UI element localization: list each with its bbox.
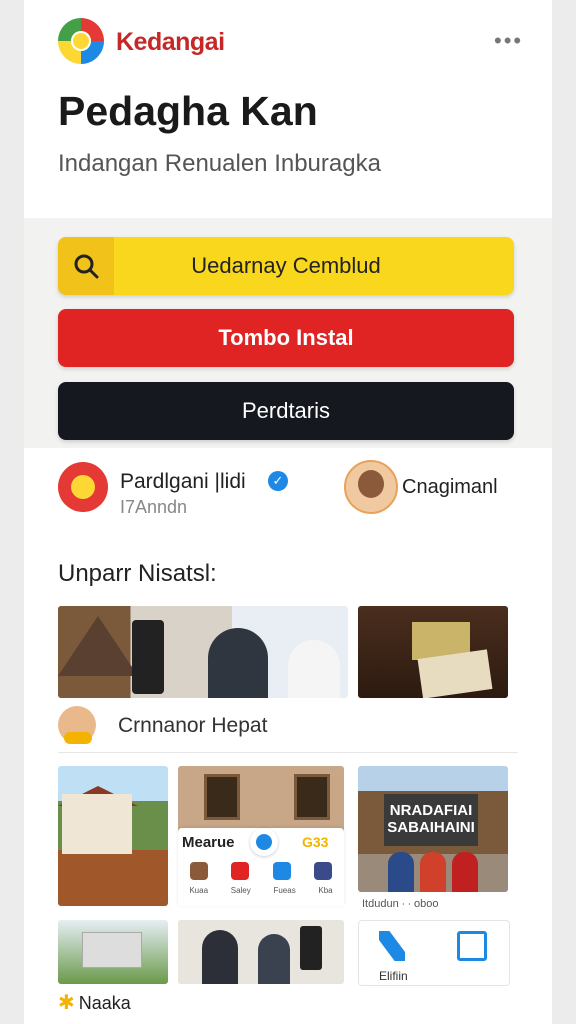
page-subtitle: Indangan Renualen Inburagka [58, 150, 381, 177]
post-caption[interactable]: Crnnanor Hepat [58, 706, 518, 746]
logo-icon [58, 18, 104, 64]
app-card-label: Elifiin [379, 969, 408, 983]
section-title: Unparr Nisatsl: [58, 560, 217, 587]
overlay-tag: G33 [302, 834, 329, 850]
caption-text: Crnnanor Hepat [118, 714, 268, 737]
overlay-labels: Kuaa Saley Fueas Kba [178, 886, 344, 895]
overlay-card[interactable]: Mearue G33 Kuaa Saley Fueas Kba [178, 828, 344, 906]
person-icon[interactable] [189, 862, 208, 880]
more-icon[interactable]: ••• [494, 28, 523, 54]
share-icon[interactable] [272, 862, 291, 880]
footer-item[interactable]: ✱ Naaka [58, 990, 131, 1015]
app-page: Kedangai ••• Pedagha Kan Indangan Renual… [24, 0, 552, 1024]
overlay-label: Fueas [273, 886, 296, 895]
location-icon [250, 828, 278, 856]
feed-photo[interactable] [58, 766, 168, 906]
install-button[interactable]: Tombo Instal [58, 309, 514, 367]
doc-icon[interactable] [314, 862, 333, 880]
install-button-label: Tombo Instal [218, 325, 354, 350]
feed-photo[interactable] [178, 920, 344, 984]
page-title: Pedagha Kan [58, 88, 318, 134]
overlay-icons [178, 862, 344, 880]
app-icon [379, 931, 405, 961]
avatar [58, 706, 96, 744]
secondary-button-label: Perdtaris [241, 398, 331, 423]
profile-name-secondary[interactable]: Cnagimanl [402, 476, 498, 499]
search-button[interactable]: Uedarnay Cemblud [58, 237, 514, 295]
verified-icon: ✓ [268, 471, 288, 491]
feed-photo[interactable] [358, 606, 508, 698]
brand-name: Kedangai [116, 28, 225, 56]
search-icon [58, 237, 114, 295]
overlay-title: Mearue [182, 834, 235, 851]
feed-photo[interactable] [58, 920, 168, 984]
footer-label: Naaka [78, 993, 131, 1013]
feed-photo[interactable]: NRADAFIAI SABAIHAINI [358, 766, 508, 892]
overlay-label: Saley [230, 886, 251, 895]
photo-caption: Itdudun ∙ ∙ oboo [362, 898, 439, 910]
divider [58, 752, 518, 753]
avatar[interactable] [58, 462, 108, 512]
avatar[interactable] [344, 460, 398, 514]
feed-photo[interactable] [58, 606, 348, 698]
profile-name[interactable]: Pardlgani |lidi [120, 470, 246, 494]
checkbox-icon [457, 931, 487, 961]
sign-text: NRADAFIAI SABAIHAINI [384, 794, 478, 846]
app-card[interactable]: Elifiin [358, 920, 510, 986]
secondary-button[interactable]: Perdtaris [58, 382, 514, 440]
profile-handle: I7Anndn [120, 497, 188, 517]
search-button-label: Uedarnay Cemblud [191, 253, 381, 278]
star-icon: ✱ [58, 992, 75, 1014]
mail-icon[interactable] [231, 862, 250, 880]
overlay-label: Kuaa [189, 886, 209, 895]
overlay-label: Kba [318, 886, 333, 895]
